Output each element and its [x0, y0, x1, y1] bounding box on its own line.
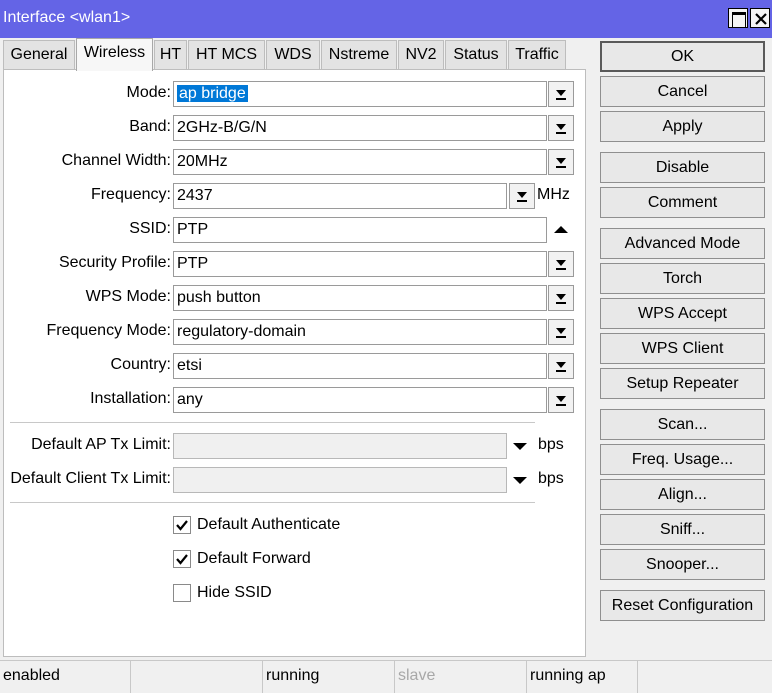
sniff-button[interactable]: Sniff... — [600, 514, 765, 545]
channel-width-dropdown-button[interactable] — [548, 149, 574, 175]
default-authenticate-label: Default Authenticate — [197, 516, 341, 533]
wps-client-button[interactable]: WPS Client — [600, 333, 765, 364]
security-profile-row: Security Profile: PTP — [4, 251, 587, 277]
band-row: Band: 2GHz-B/G/N — [4, 115, 587, 141]
window-title: Interface <wlan1> — [3, 9, 131, 26]
default-client-tx-limit-input[interactable] — [173, 467, 507, 493]
tab-ht-mcs[interactable]: HT MCS — [188, 40, 265, 70]
band-label: Band: — [129, 118, 171, 135]
scan-button[interactable]: Scan... — [600, 409, 765, 440]
default-ap-tx-limit-dropdown-button[interactable] — [507, 433, 533, 459]
ssid-label: SSID: — [129, 220, 171, 237]
default-ap-tx-limit-input[interactable] — [173, 433, 507, 459]
wps-mode-row: WPS Mode: push button — [4, 285, 587, 311]
frequency-mode-row: Frequency Mode: regulatory-domain — [4, 319, 587, 345]
torch-button[interactable]: Torch — [600, 263, 765, 294]
snooper-button[interactable]: Snooper... — [600, 549, 765, 580]
hide-ssid-checkbox[interactable] — [173, 584, 191, 602]
country-dropdown-button[interactable] — [548, 353, 574, 379]
ssid-row: SSID: PTP — [4, 217, 587, 243]
mode-label: Mode: — [126, 84, 171, 101]
comment-button[interactable]: Comment — [600, 187, 765, 218]
ok-button[interactable]: OK — [600, 41, 765, 72]
installation-label: Installation: — [90, 390, 171, 407]
status-running-ap: running ap — [527, 661, 638, 693]
security-profile-label: Security Profile: — [58, 254, 171, 271]
default-ap-tx-limit-row: Default AP Tx Limit: bps — [4, 433, 587, 459]
ssid-collapse-button[interactable] — [548, 217, 574, 243]
default-forward-checkbox[interactable] — [173, 550, 191, 568]
installation-select[interactable]: any — [173, 387, 547, 413]
divider — [10, 422, 535, 423]
mode-select[interactable]: ap bridge — [173, 81, 547, 107]
default-authenticate-checkbox[interactable] — [173, 516, 191, 534]
frequency-mode-dropdown-button[interactable] — [548, 319, 574, 345]
close-button[interactable] — [750, 8, 770, 28]
installation-dropdown-button[interactable] — [548, 387, 574, 413]
setup-repeater-button[interactable]: Setup Repeater — [600, 368, 765, 399]
tab-nstreme[interactable]: Nstreme — [321, 40, 397, 70]
freq-usage-button[interactable]: Freq. Usage... — [600, 444, 765, 475]
status-enabled: enabled — [0, 661, 131, 693]
mode-value: ap bridge — [177, 85, 248, 102]
apply-button[interactable]: Apply — [600, 111, 765, 142]
cancel-button[interactable]: Cancel — [600, 76, 765, 107]
reset-configuration-button[interactable]: Reset Configuration — [600, 590, 765, 621]
security-profile-dropdown-button[interactable] — [548, 251, 574, 277]
frequency-label: Frequency: — [90, 186, 171, 203]
frequency-select[interactable]: 2437 — [173, 183, 507, 209]
frequency-row: Frequency: 2437 MHz — [4, 183, 587, 209]
band-dropdown-button[interactable] — [548, 115, 574, 141]
disable-button[interactable]: Disable — [600, 152, 765, 183]
tab-traffic[interactable]: Traffic — [508, 40, 566, 70]
wps-mode-dropdown-button[interactable] — [548, 285, 574, 311]
hide-ssid-label: Hide SSID — [197, 584, 272, 601]
advanced-mode-button[interactable]: Advanced Mode — [600, 228, 765, 259]
tab-nv2[interactable]: NV2 — [398, 40, 444, 70]
default-client-tx-limit-dropdown-button[interactable] — [507, 467, 533, 493]
channel-width-select[interactable]: 20MHz — [173, 149, 547, 175]
checkmark-icon — [176, 520, 188, 531]
default-client-tx-limit-unit: bps — [538, 470, 564, 487]
wps-mode-select[interactable]: push button — [173, 285, 547, 311]
tab-status[interactable]: Status — [445, 40, 507, 70]
channel-width-label: Channel Width: — [61, 152, 171, 169]
maximize-button[interactable] — [728, 8, 748, 28]
tab-ht[interactable]: HT — [154, 40, 187, 70]
status-blank — [131, 661, 263, 693]
country-row: Country: etsi — [4, 353, 587, 379]
status-bar: enabled running slave running ap — [0, 660, 772, 693]
divider — [10, 502, 535, 503]
status-slave: slave — [395, 661, 527, 693]
wireless-settings-panel: Mode: ap bridge Band: 2GHz-B/G/N Channel… — [3, 69, 586, 657]
default-forward-label: Default Forward — [197, 550, 311, 567]
installation-row: Installation: any — [4, 387, 587, 413]
default-ap-tx-limit-unit: bps — [538, 436, 564, 453]
wps-mode-label: WPS Mode: — [85, 288, 171, 305]
security-profile-select[interactable]: PTP — [173, 251, 547, 277]
frequency-unit: MHz — [537, 186, 570, 203]
band-select[interactable]: 2GHz-B/G/N — [173, 115, 547, 141]
frequency-mode-select[interactable]: regulatory-domain — [173, 319, 547, 345]
default-ap-tx-limit-label: Default AP Tx Limit: — [31, 436, 171, 453]
tab-wds[interactable]: WDS — [266, 40, 320, 70]
default-client-tx-limit-label: Default Client Tx Limit: — [10, 470, 171, 487]
country-label: Country: — [110, 356, 171, 373]
tab-wireless[interactable]: Wireless — [76, 38, 153, 71]
mode-dropdown-button[interactable] — [548, 81, 574, 107]
default-client-tx-limit-row: Default Client Tx Limit: bps — [4, 467, 587, 493]
country-select[interactable]: etsi — [173, 353, 547, 379]
tab-general[interactable]: General — [3, 40, 75, 70]
frequency-mode-label: Frequency Mode: — [46, 322, 171, 339]
wps-accept-button[interactable]: WPS Accept — [600, 298, 765, 329]
close-icon — [755, 13, 767, 25]
title-bar: Interface <wlan1> — [0, 0, 772, 38]
ssid-input[interactable]: PTP — [173, 217, 547, 243]
checkmark-icon — [176, 554, 188, 565]
align-button[interactable]: Align... — [600, 479, 765, 510]
channel-width-row: Channel Width: 20MHz — [4, 149, 587, 175]
status-running: running — [263, 661, 395, 693]
mode-row: Mode: ap bridge — [4, 81, 587, 107]
frequency-dropdown-button[interactable] — [509, 183, 535, 209]
